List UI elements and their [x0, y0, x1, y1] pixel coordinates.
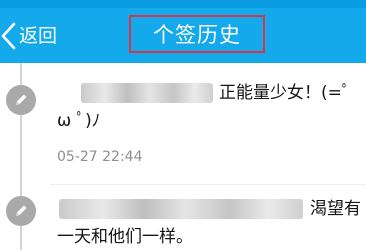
- timeline-node: [6, 85, 36, 115]
- signature-text-line1: 正能量少女！(=ﾟ: [219, 83, 351, 103]
- title-highlight-box: 个签历史: [129, 15, 265, 53]
- back-button[interactable]: 返回: [0, 20, 57, 52]
- blurred-username: [81, 83, 213, 103]
- signature-text-line2: ω ﾟ)ﾉ: [57, 111, 101, 131]
- blurred-username: [59, 199, 303, 219]
- pencil-icon: [16, 94, 27, 105]
- navigation-bar: 返回 个签历史: [0, 8, 366, 63]
- signature-text-line1: 渴望有: [310, 199, 361, 219]
- divider: [50, 184, 366, 185]
- page-title: 个签历史: [153, 23, 241, 47]
- pencil-icon: [16, 205, 27, 216]
- timestamp: 05-27 22:44: [57, 149, 143, 165]
- timeline-node: [6, 196, 36, 226]
- signature-history-list: 正能量少女！(=ﾟ ω ﾟ)ﾉ 05-27 22:44 渴望有 一天和他们一样。: [0, 63, 366, 250]
- back-label: 返回: [19, 25, 58, 47]
- signature-text-line2: 一天和他们一样。: [57, 227, 193, 247]
- chevron-left-icon: [1, 22, 16, 50]
- status-bar: [0, 0, 366, 8]
